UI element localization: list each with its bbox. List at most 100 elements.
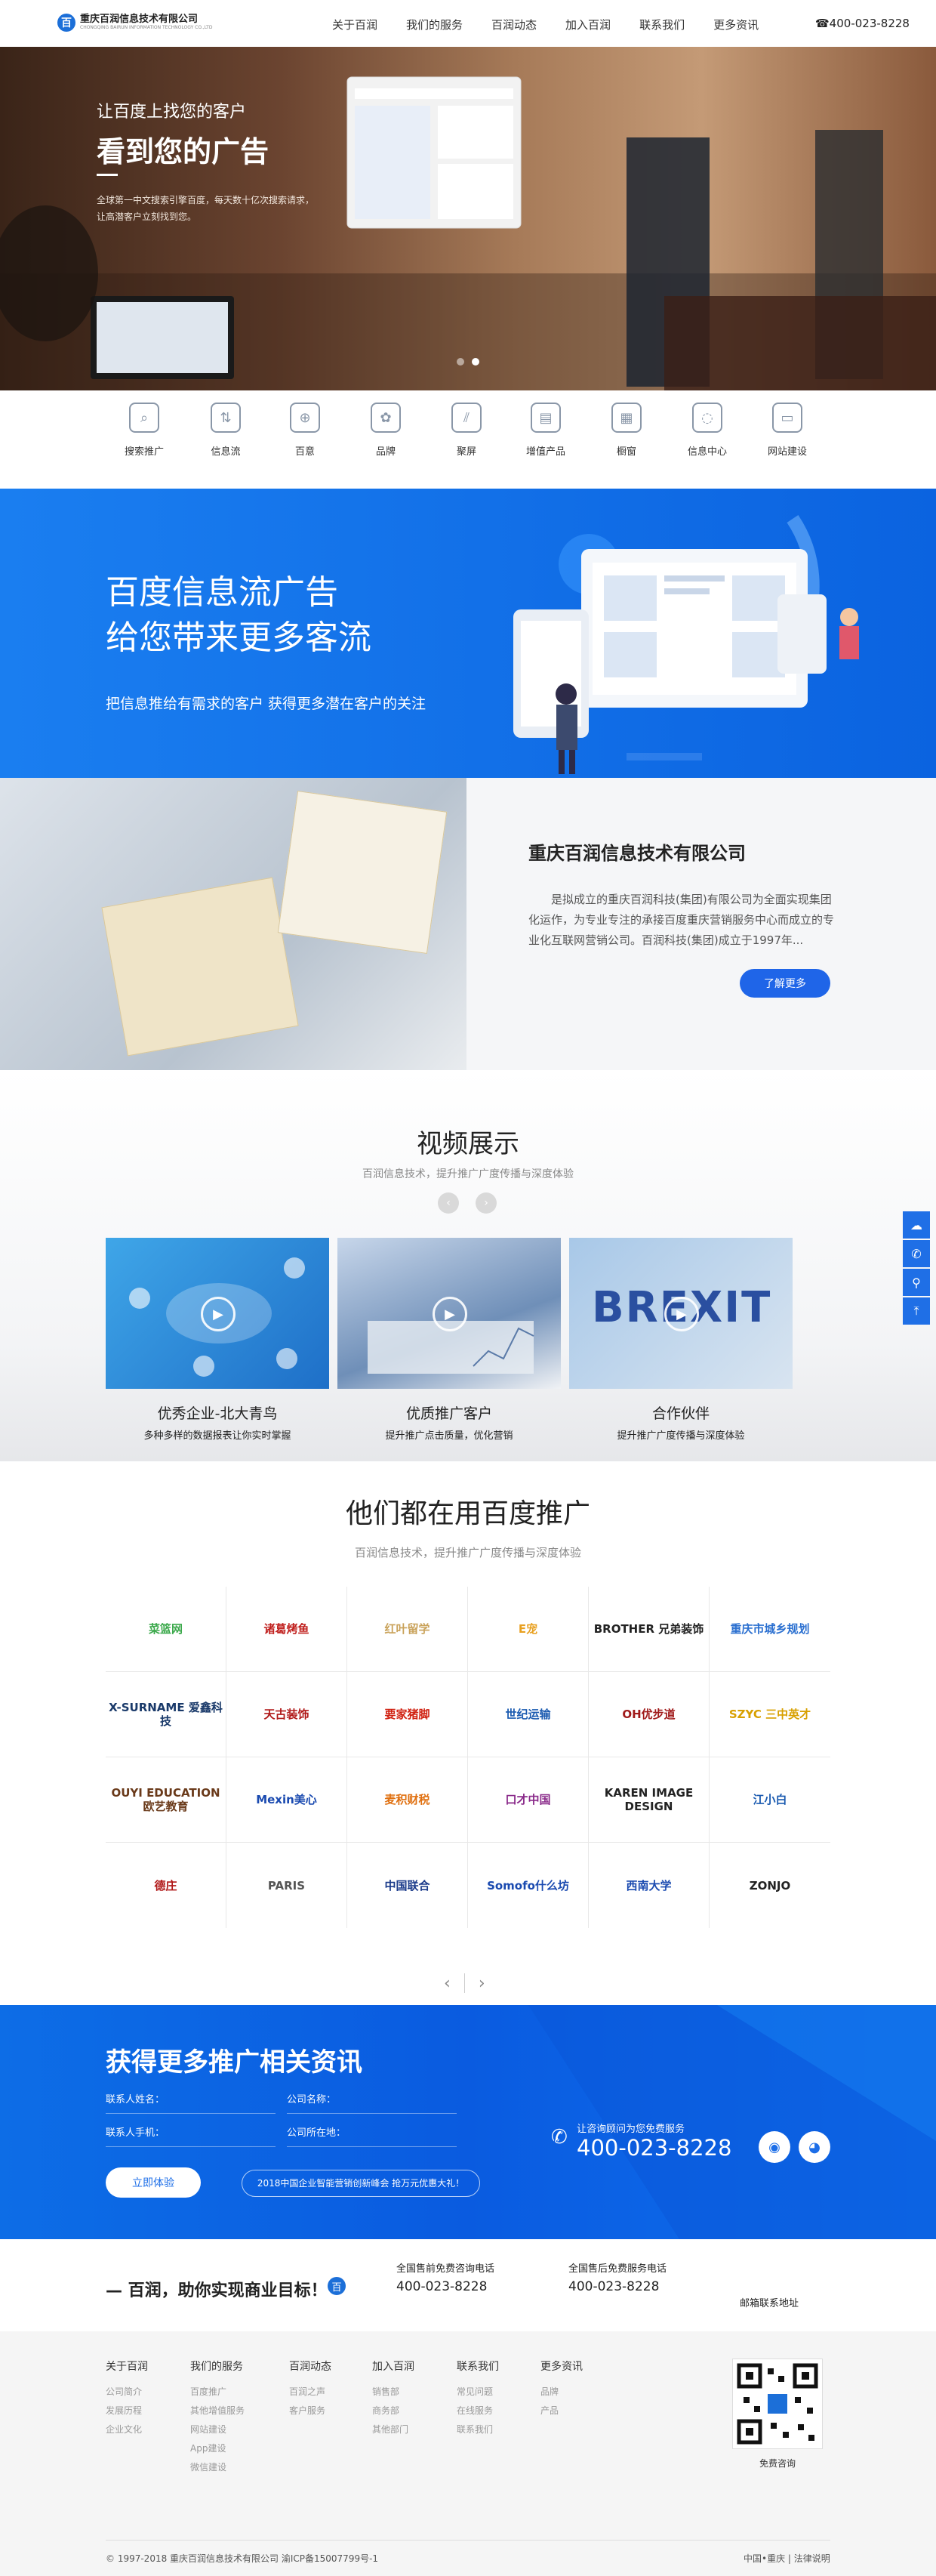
footer-link[interactable]: 其他增值服务 (190, 2402, 245, 2420)
client-logo-cell[interactable]: 德庄 (106, 1843, 226, 1928)
client-logo-cell[interactable]: 重庆市城乡规划 (710, 1587, 830, 1672)
video-card[interactable]: ▶ 优秀企业-北大青鸟 多种多样的数据报表让你实时掌握 (106, 1238, 329, 1442)
qq-icon[interactable]: ◕ (799, 2131, 830, 2163)
service-search[interactable]: ⌕ 搜索推广 (110, 403, 178, 458)
footer-link[interactable]: 客户服务 (289, 2402, 331, 2420)
logo[interactable]: 百 重庆百润信息技术有限公司 CHONGQING BAIRUN INFORMAT… (57, 14, 212, 32)
client-logo-cell[interactable]: OUYI EDUCATION 欧艺教育 (106, 1757, 226, 1843)
clients-subtitle: 百润信息技术，提升推广广度传播与深度体验 (354, 1546, 581, 1559)
footer-link[interactable]: 微信建设 (190, 2458, 245, 2477)
service-website[interactable]: ▭ 网站建设 (753, 403, 821, 458)
client-logo-cell[interactable]: 中国联合 (347, 1843, 468, 1928)
client-logo-cell[interactable]: 世纪运输 (468, 1672, 589, 1757)
client-logo-cell[interactable]: X-SURNAME 爱鑫科技 (106, 1672, 226, 1757)
lightbulb-icon: ◌ (692, 403, 722, 433)
nav-contact[interactable]: 联系我们 (639, 17, 685, 32)
promo-notice[interactable]: 2018中国企业智能营销创新峰会 抢万元优惠大礼！ (242, 2170, 480, 2197)
footer-column-head[interactable]: 关于百润 (106, 2359, 148, 2374)
banner-dot[interactable] (457, 358, 464, 366)
footer-link[interactable]: 网站建设 (190, 2420, 245, 2439)
footer-link[interactable]: 联系我们 (457, 2420, 499, 2439)
client-logo-cell[interactable]: 菜篮网 (106, 1587, 226, 1672)
footer-location[interactable]: 中国•重庆 | 法律说明 (744, 2552, 830, 2565)
contact-name-field[interactable]: 联系人姓名： (106, 2087, 276, 2114)
nav-join[interactable]: 加入百润 (565, 17, 611, 32)
contact-address[interactable]: 邮箱联系地址 (740, 2295, 799, 2309)
client-logo-cell[interactable]: ZONJO (710, 1843, 830, 1928)
client-logo-cell[interactable]: Somofo什么坊 (468, 1843, 589, 1928)
play-icon[interactable]: ▶ (433, 1297, 467, 1331)
client-logo-cell[interactable]: 红叶留学 (347, 1587, 468, 1672)
client-logo-cell[interactable]: 西南大学 (589, 1843, 710, 1928)
service-info-center[interactable]: ◌ 信息中心 (673, 403, 741, 458)
footer-column-head[interactable]: 联系我们 (457, 2359, 499, 2374)
footer-link[interactable]: 百润之声 (289, 2383, 331, 2402)
client-logo-cell[interactable]: SZYC 三中英才 (710, 1672, 830, 1757)
footer-link[interactable]: 销售部 (372, 2383, 414, 2402)
service-baiyi[interactable]: ⊕ 百意 (271, 403, 339, 458)
client-logo-cell[interactable]: 天古装饰 (226, 1672, 347, 1757)
phone-icon[interactable]: ✆ (903, 1240, 930, 1267)
footer-link[interactable]: App建设 (190, 2439, 245, 2458)
location-icon[interactable]: ⚲ (903, 1269, 930, 1296)
play-icon[interactable]: ▶ (664, 1297, 699, 1331)
client-logo-cell[interactable]: BROTHER 兄弟装饰 (589, 1587, 710, 1672)
hotline-label: 让咨询顾问为您免费服务 (577, 2124, 685, 2135)
client-logo: Somofo什么坊 (487, 1878, 569, 1893)
client-logo-cell[interactable]: 诸葛烤鱼 (226, 1587, 347, 1672)
service-feed[interactable]: ⇅ 信息流 (192, 403, 260, 458)
play-icon[interactable]: ▶ (201, 1297, 236, 1331)
client-logo-cell[interactable]: PARIS (226, 1843, 347, 1928)
video-card-title: 优质推广客户 (405, 1405, 492, 1422)
footer-link[interactable]: 发展历程 (106, 2402, 148, 2420)
video-card[interactable]: ▶ 优质推广客户 提升推广点击质量，优化营销 (337, 1238, 561, 1442)
client-logo-cell[interactable]: 江小白 (710, 1757, 830, 1843)
chevron-right-icon[interactable]: › (479, 1974, 485, 1993)
company-location-field[interactable]: 公司所在地： (287, 2120, 457, 2147)
chevron-left-icon[interactable]: ‹ (444, 1974, 451, 1993)
client-logo-cell[interactable]: E宠 (468, 1587, 589, 1672)
video-card-desc: 提升推广点击质量，优化营销 (385, 1430, 513, 1442)
banner-dot-active[interactable] (472, 358, 479, 366)
footer-column-head[interactable]: 百润动态 (289, 2359, 331, 2374)
footer-link[interactable]: 百度推广 (190, 2383, 245, 2402)
service-value-added[interactable]: ▤ 增值产品 (512, 403, 580, 458)
back-to-top-icon[interactable]: ⤒ (903, 1297, 930, 1325)
client-logo-cell[interactable]: 要家猪脚 (347, 1672, 468, 1757)
service-window[interactable]: ▦ 橱窗 (593, 403, 660, 458)
client-logo-cell[interactable]: 口才中国 (468, 1757, 589, 1843)
footer-link[interactable]: 其他部门 (372, 2420, 414, 2439)
footer-column-head[interactable]: 加入百润 (372, 2359, 414, 2374)
service-brand[interactable]: ✿ 品牌 (352, 403, 420, 458)
client-logo-cell[interactable]: Mexin美心 (226, 1757, 347, 1843)
try-now-button[interactable]: 立即体验 (106, 2167, 201, 2198)
client-logo-cell[interactable]: 麦积财税 (347, 1757, 468, 1843)
about-section: 重庆百润信息技术有限公司 是拟成立的重庆百润科技(集团)有限公司为全面实现集团化… (0, 778, 936, 1070)
footer-link[interactable]: 商务部 (372, 2402, 414, 2420)
video-card[interactable]: BREXIT ▶ 合作伙伴 提升推广广度传播与深度体验 (569, 1238, 793, 1442)
footer-column-head[interactable]: 我们的服务 (190, 2359, 245, 2374)
learn-more-button[interactable]: 了解更多 (740, 969, 830, 998)
nav-services[interactable]: 我们的服务 (406, 17, 463, 32)
footer-link[interactable]: 品牌 (540, 2383, 583, 2402)
nav-about[interactable]: 关于百润 (332, 17, 377, 32)
company-name-field[interactable]: 公司名称： (287, 2087, 457, 2114)
client-logo-cell[interactable]: KAREN IMAGE DESIGN (589, 1757, 710, 1843)
chat-icon[interactable]: ☁ (903, 1211, 930, 1239)
brand-icon: ✿ (371, 403, 401, 433)
footer-link[interactable]: 常见问题 (457, 2383, 499, 2402)
video-prev-button[interactable]: ‹ (438, 1192, 459, 1214)
service-screen[interactable]: ⫽ 聚屏 (433, 403, 500, 458)
video-next-button[interactable]: › (476, 1192, 497, 1214)
footer-link[interactable]: 在线服务 (457, 2402, 499, 2420)
weibo-icon[interactable]: ◉ (759, 2131, 790, 2163)
contact-phone-field[interactable]: 联系人手机： (106, 2120, 276, 2147)
footer-column-head[interactable]: 更多资讯 (540, 2359, 583, 2374)
footer-link[interactable]: 产品 (540, 2402, 583, 2420)
footer-link[interactable]: 企业文化 (106, 2420, 148, 2439)
nav-news[interactable]: 百润动态 (491, 17, 537, 32)
footer-link[interactable]: 公司简介 (106, 2383, 148, 2402)
client-logo: SZYC 三中英才 (728, 1708, 811, 1721)
client-logo-cell[interactable]: ОН优步道 (589, 1672, 710, 1757)
nav-more[interactable]: 更多资讯 (713, 17, 759, 32)
